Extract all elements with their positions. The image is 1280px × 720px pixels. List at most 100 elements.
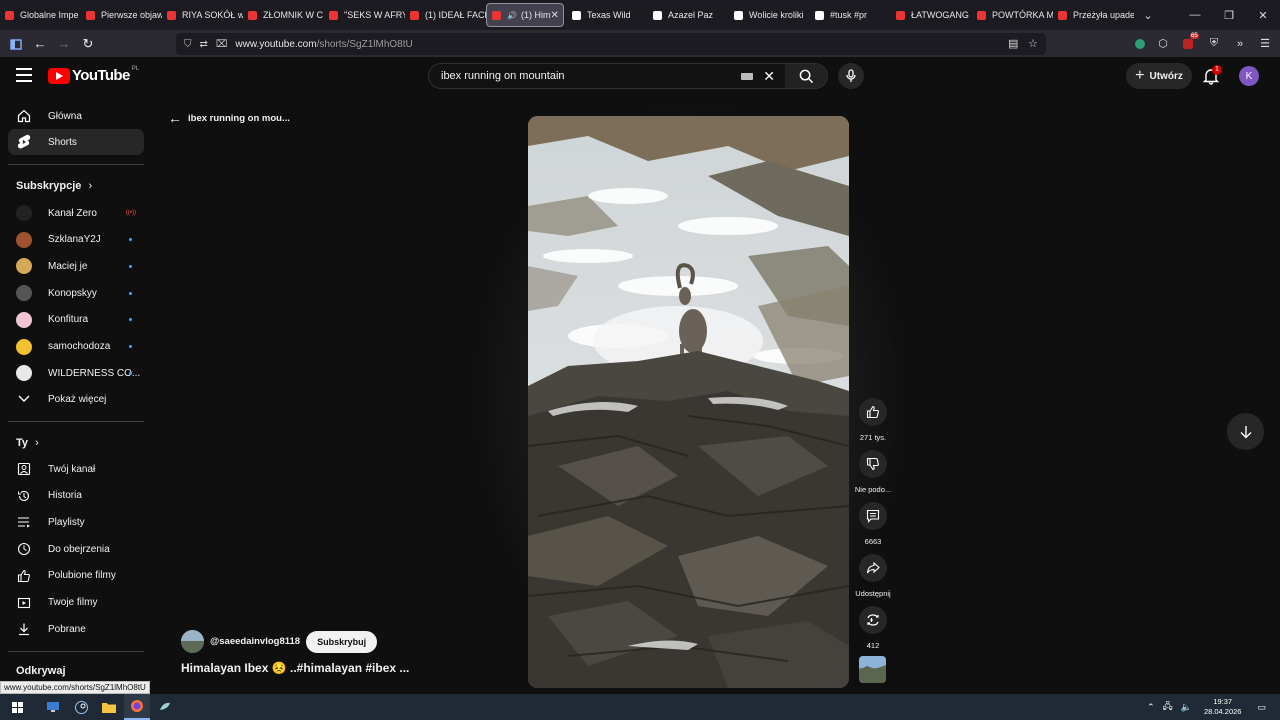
- sidebar-item-subscription[interactable]: WILDERNESS CO...: [8, 360, 144, 386]
- share-label: Udostępnij: [855, 589, 891, 598]
- channel-name[interactable]: @saeedainvlog8118: [210, 636, 300, 647]
- network-icon[interactable]: 🖧: [1163, 699, 1173, 715]
- sidebar-item-channel[interactable]: Twój kanał: [8, 456, 144, 482]
- account-avatar[interactable]: K: [1239, 66, 1259, 86]
- clock[interactable]: 19:37 28.04.2026: [1204, 697, 1242, 717]
- sidebar-item-history[interactable]: Historia: [8, 483, 144, 509]
- ublock-extension-icon[interactable]: 65: [1176, 30, 1200, 57]
- extensions-icon[interactable]: ⬡: [1151, 30, 1175, 57]
- clear-search-icon[interactable]: ✕: [763, 68, 775, 85]
- sidebar-item-video[interactable]: Twoje filmy: [8, 590, 144, 616]
- sidebar-item-shorts[interactable]: Shorts: [8, 129, 144, 155]
- firefox-taskbar-icon[interactable]: [124, 694, 150, 720]
- tab-list-chevron-icon[interactable]: ⌄: [1136, 9, 1160, 22]
- short-title[interactable]: Himalayan Ibex 😣 ..#himalayan #ibex ...: [181, 661, 409, 675]
- steam-icon[interactable]: [68, 694, 94, 720]
- browser-tab[interactable]: ŁATWOGANG: [891, 3, 972, 27]
- app-menu-icon[interactable]: ☰: [1253, 30, 1277, 57]
- close-window-icon[interactable]: ✕: [1246, 0, 1280, 30]
- reader-view-icon[interactable]: ▤: [1008, 37, 1018, 50]
- clock-time: 19:37: [1213, 697, 1233, 706]
- app-icon[interactable]: [152, 694, 178, 720]
- back-icon[interactable]: ←: [28, 32, 52, 56]
- browser-tab[interactable]: Globalne Impe: [0, 3, 81, 27]
- sidebar-item-subscription[interactable]: Konopskyy: [8, 280, 144, 306]
- sidebar-item-subscription[interactable]: Konfitura: [8, 307, 144, 333]
- browser-tab[interactable]: "SEKS W AFRYC: [324, 3, 405, 27]
- sidebar-item-subscription[interactable]: Kanał Zero ((•)): [8, 200, 144, 226]
- search-box[interactable]: ibex running on mountain ✕: [428, 63, 828, 89]
- like-button[interactable]: 271 tys.: [849, 398, 897, 442]
- dislike-button[interactable]: Nie podo...: [849, 450, 897, 494]
- browser-tab[interactable]: ZŁOMNIK W C: [243, 3, 324, 27]
- restore-icon[interactable]: ❐: [1212, 0, 1246, 30]
- sidebar: Główna Shorts Subskrypcje › Kanał Zero ((…: [0, 97, 155, 694]
- logo-text: YouTube: [72, 67, 130, 84]
- tab-favicon-icon: [492, 10, 501, 20]
- sidebar-item-playlist[interactable]: Playlisty: [8, 509, 144, 535]
- volume-icon[interactable]: 🔈: [1181, 702, 1192, 713]
- minimize-icon[interactable]: —: [1178, 0, 1212, 30]
- sidebar-item-subscription[interactable]: SzklanaY2J: [8, 227, 144, 253]
- browser-tab[interactable]: RIYA SOKÓŁ w: [162, 3, 243, 27]
- sidebar-item-subscription[interactable]: samochodoza: [8, 334, 144, 360]
- browser-tab[interactable]: Texas Wild: [567, 3, 648, 27]
- browser-tab[interactable]: Przeżyła upadek: [1053, 3, 1134, 27]
- keyboard-icon[interactable]: [741, 72, 754, 80]
- notification-center-icon[interactable]: ▭: [1257, 702, 1266, 713]
- forward-icon[interactable]: →: [52, 32, 76, 56]
- subscribe-button[interactable]: Subskrybuj: [306, 630, 378, 653]
- browser-tab[interactable]: POWTÓRKA M: [972, 3, 1053, 27]
- reload-icon[interactable]: ↻: [76, 32, 100, 56]
- speaker-icon[interactable]: 🔊: [507, 11, 517, 20]
- browser-tab[interactable]: (1) IDEAŁ FACE: [405, 3, 486, 27]
- sidebar-item-home[interactable]: Główna: [8, 103, 144, 129]
- overflow-chevron-icon[interactable]: »: [1228, 30, 1252, 57]
- sidebar-item-label: Shorts: [48, 136, 77, 148]
- new-content-dot: [129, 238, 132, 242]
- next-short-button[interactable]: [1227, 413, 1264, 450]
- home-icon: [16, 108, 32, 124]
- vpn-extension-icon[interactable]: [1128, 30, 1152, 57]
- desktop-app-icon[interactable]: [40, 694, 66, 720]
- back-title-label: ibex running on mou...: [188, 112, 290, 124]
- browser-tab[interactable]: Wolicie kroliki: [729, 3, 810, 27]
- browser-tab[interactable]: Azazel Paz: [648, 3, 729, 27]
- short-video-player[interactable]: [528, 116, 849, 688]
- tab-active[interactable]: 🔊 (1) Him ✕: [486, 3, 564, 27]
- shorts-icon: [16, 134, 32, 150]
- permissions-icon[interactable]: ⇄: [200, 39, 208, 50]
- channel-avatar-icon: [16, 365, 32, 382]
- sidebar-item-download[interactable]: Pobrane: [8, 616, 144, 642]
- channel-avatar[interactable]: [181, 630, 204, 653]
- tray-chevron-icon[interactable]: ⌃: [1147, 702, 1155, 713]
- create-button[interactable]: + Utwórz: [1126, 63, 1192, 89]
- show-more-button[interactable]: Pokaż więcej: [8, 386, 144, 412]
- browser-tab[interactable]: Pierwsze objaw: [81, 3, 162, 27]
- you-heading[interactable]: Ty ›: [16, 437, 39, 449]
- windows-start-icon[interactable]: [4, 694, 30, 720]
- browser-tab[interactable]: #tusk #pr: [810, 3, 891, 27]
- remix-button[interactable]: 412: [849, 606, 897, 650]
- sidebar-item-like[interactable]: Polubione filmy: [8, 563, 144, 589]
- youtube-logo[interactable]: YouTube PL: [48, 66, 139, 84]
- file-explorer-icon[interactable]: [96, 694, 122, 720]
- tab-close-icon[interactable]: ✕: [550, 10, 558, 21]
- search-input[interactable]: ibex running on mountain: [441, 70, 741, 82]
- sidebar-item-subscription[interactable]: Maciej je: [8, 253, 144, 279]
- channel-avatar-icon: [16, 338, 32, 355]
- share-button[interactable]: Udostępnij: [849, 554, 897, 598]
- sidebar-item-watch-later[interactable]: Do obejrzenia: [8, 536, 144, 562]
- divider: [8, 164, 144, 165]
- url-bar[interactable]: ⛉ ⇄ ⌧ www.youtube.com/shorts/SgZ1lMhO8tU…: [176, 33, 1046, 55]
- bookmark-star-icon[interactable]: ☆: [1028, 37, 1038, 50]
- subscriptions-heading[interactable]: Subskrypcje ›: [16, 180, 92, 192]
- voice-search-button[interactable]: [838, 63, 864, 89]
- sound-thumbnail[interactable]: [859, 656, 886, 683]
- back-to-search-button[interactable]: ← ibex running on mou...: [168, 110, 290, 126]
- shield-extension-icon[interactable]: ⛨: [1202, 30, 1226, 57]
- search-button[interactable]: [785, 64, 827, 88]
- sidebar-toggle-icon[interactable]: [4, 32, 28, 56]
- menu-icon[interactable]: [16, 68, 32, 82]
- comments-button[interactable]: 6663: [849, 502, 897, 546]
